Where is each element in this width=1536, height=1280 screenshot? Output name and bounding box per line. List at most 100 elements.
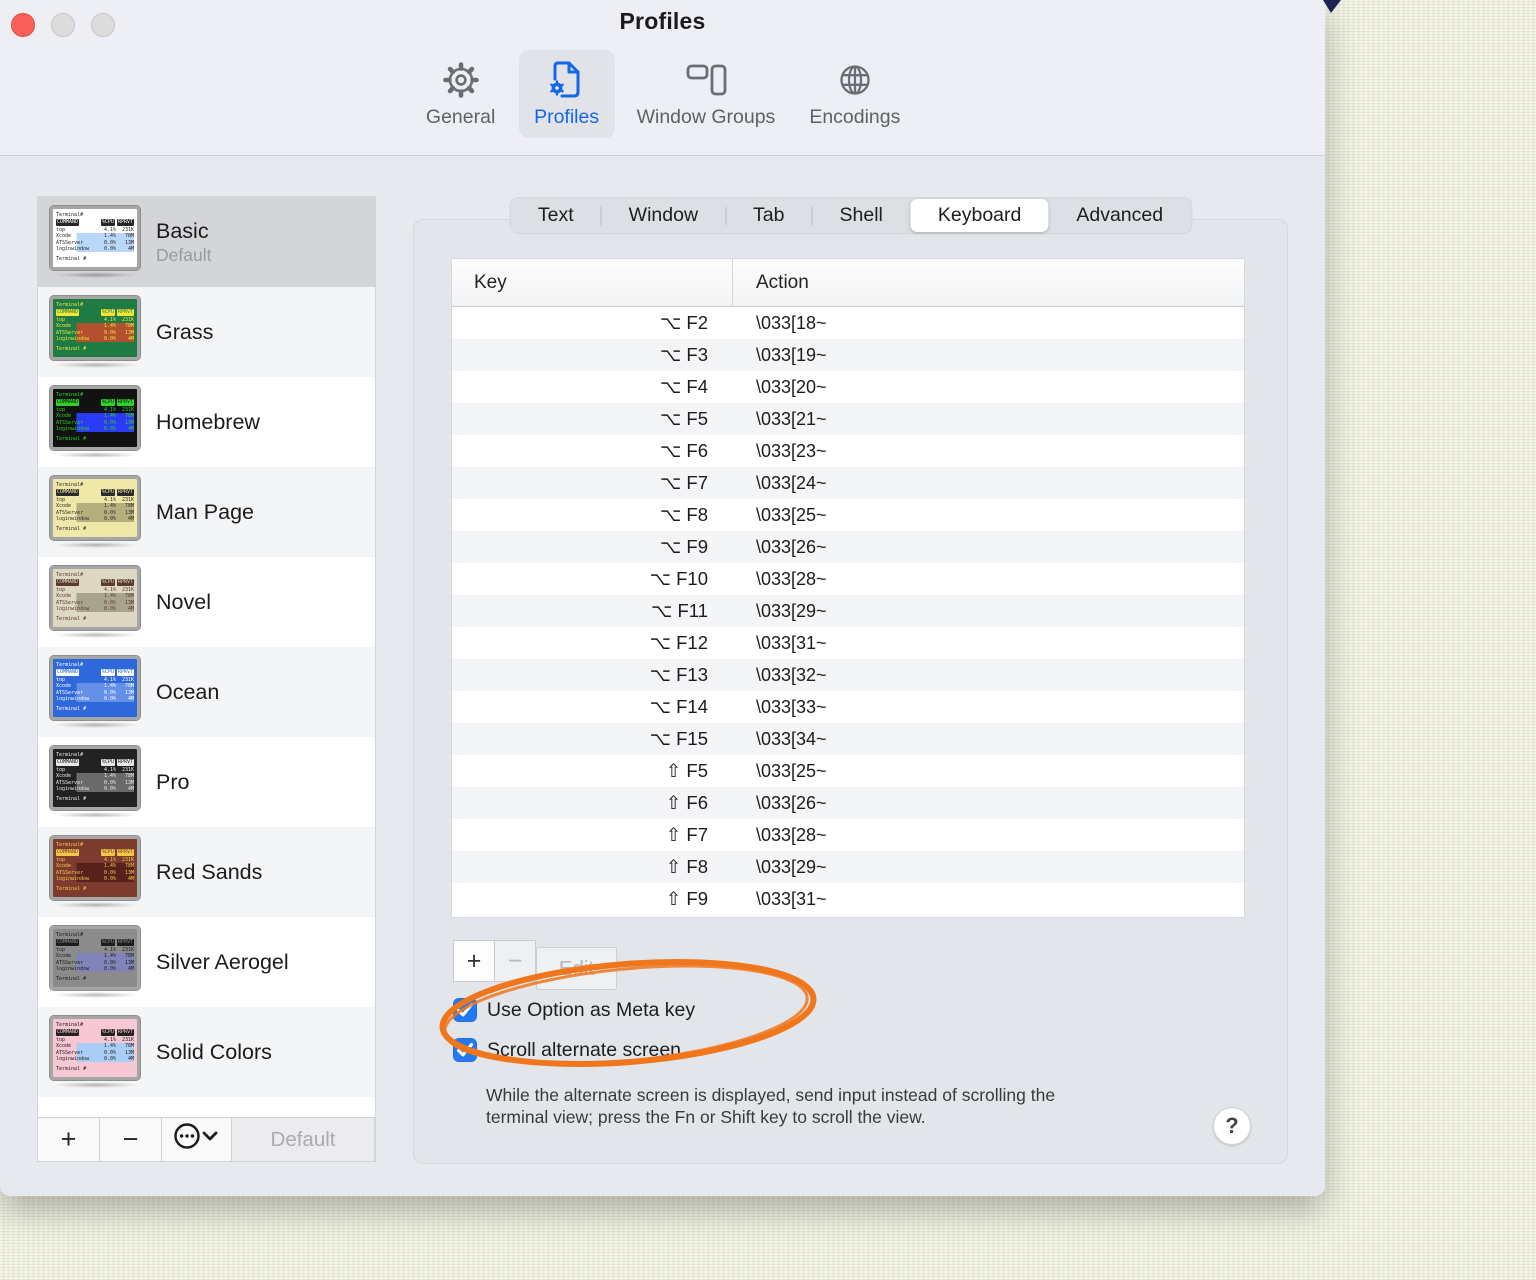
- profile-thumbnail: Terminal# COMMAND %CPU RPRVT top 4.1% 231K Xcod…: [49, 655, 142, 728]
- profile-list-item[interactable]: Terminal# COMMAND %CPU RPRVT top 4.1% 231K Xcod…: [38, 557, 375, 647]
- ellipsis-circle-chevron-icon: [173, 1122, 221, 1157]
- action-cell: \033[26~: [756, 536, 827, 557]
- profile-thumbnail: Terminal# COMMAND %CPU RPRVT top 4.1% 231K Xcod…: [49, 565, 142, 638]
- action-cell: \033[25~: [756, 504, 827, 525]
- checkbox-checked[interactable]: [453, 1038, 477, 1062]
- thumb-columns: COMMAND %CPU RPRVT: [56, 219, 134, 226]
- profile-list-item[interactable]: Terminal# COMMAND %CPU RPRVT top 4.1% 231K Xcod…: [38, 197, 375, 287]
- help-button[interactable]: ?: [1213, 1107, 1251, 1145]
- action-cell: \033[26~: [756, 792, 827, 813]
- thumb-col-cpu: %CPU: [100, 489, 115, 496]
- checkbox-label: Use Option as Meta key: [487, 998, 696, 1021]
- key-mapping-row[interactable]: ⌥ F10 \033[28~: [452, 563, 1244, 595]
- profile-list-item[interactable]: Terminal# COMMAND %CPU RPRVT top 4.1% 231K Xcod…: [38, 647, 375, 737]
- thumb-col-command: COMMAND: [56, 849, 80, 856]
- thumb-col-command: COMMAND: [56, 1029, 80, 1036]
- profile-list-item[interactable]: Terminal# COMMAND %CPU RPRVT top 4.1% 231K Xcod…: [38, 917, 375, 1007]
- profile-list-item[interactable]: Terminal# COMMAND %CPU RPRVT top 4.1% 231K Xcod…: [38, 377, 375, 467]
- key-cell: ⇧ F7: [665, 824, 708, 845]
- profile-list: Terminal# COMMAND %CPU RPRVT top 4.1% 231K Xcod…: [38, 197, 375, 1117]
- key-mapping-row[interactable]: ⌥ F15 \033[34~: [452, 723, 1244, 755]
- checkbox-row-scroll-alternate-screen: Scroll alternate screen: [453, 1038, 681, 1062]
- toolbar-item-encodings[interactable]: Encodings: [797, 50, 912, 138]
- tab-advanced[interactable]: Advanced: [1049, 199, 1190, 232]
- profiles-sidebar: Terminal# COMMAND %CPU RPRVT top 4.1% 231K Xcod…: [37, 196, 376, 1162]
- key-mapping-row[interactable]: ⇧ F9 \033[31~: [452, 883, 1244, 915]
- key-mapping-row[interactable]: ⇧ F7 \033[28~: [452, 819, 1244, 851]
- tab-window[interactable]: Window: [602, 199, 725, 232]
- terminal-thumbnail-preview: Terminal# COMMAND %CPU RPRVT top 4.1% 231K Xcod…: [49, 385, 141, 451]
- toolbar-item-general[interactable]: General: [413, 50, 509, 138]
- checkbox-checked[interactable]: [453, 998, 477, 1022]
- key-mappings-table: Key Action ⌥ F2 \033[18~ ⌥ F3 \033[19~ ⌥ F4 \…: [451, 258, 1245, 918]
- profile-tabs: Text Window Tab Shell Keyboard Advanced: [508, 197, 1193, 234]
- desktop-background: { "desktop": { "background_color": "#eff…: [0, 0, 1536, 1280]
- action-cell: \033[29~: [756, 600, 827, 621]
- thumb-col-command: COMMAND: [56, 939, 80, 946]
- remove-profile-button[interactable]: −: [100, 1118, 162, 1161]
- add-key-button[interactable]: +: [453, 940, 495, 982]
- key-cell: ⌥ F12: [649, 632, 708, 653]
- key-mapping-row[interactable]: ⌥ F4 \033[20~: [452, 371, 1244, 403]
- profile-list-item[interactable]: Terminal# COMMAND %CPU RPRVT top 4.1% 231K Xcod…: [38, 737, 375, 827]
- thumb-col-command: COMMAND: [56, 219, 80, 226]
- cursor: [1323, 0, 1341, 13]
- more-options-button[interactable]: [162, 1118, 232, 1161]
- remove-key-button[interactable]: −: [494, 940, 536, 982]
- key-mapping-row[interactable]: ⌥ F8 \033[25~: [452, 499, 1244, 531]
- thumb-columns: COMMAND %CPU RPRVT: [56, 579, 134, 586]
- key-cell: ⇧ F6: [665, 792, 708, 813]
- key-mapping-row[interactable]: ⌥ F7 \033[24~: [452, 467, 1244, 499]
- thumbnail-shadow: [54, 1082, 138, 1088]
- action-cell: \033[34~: [756, 728, 827, 749]
- tab-tab[interactable]: Tab: [726, 199, 811, 232]
- thumb-process-row: loginwindow 0.0% 4M: [56, 966, 134, 973]
- action-cell: \033[29~: [756, 856, 827, 877]
- window-title: Profiles: [619, 8, 706, 34]
- add-profile-button[interactable]: +: [38, 1118, 100, 1161]
- profile-name: Red Sands: [156, 859, 263, 884]
- thumb-prompt: Terminal #: [56, 526, 87, 533]
- key-mapping-row[interactable]: ⌥ F14 \033[33~: [452, 691, 1244, 723]
- key-mapping-row[interactable]: ⌥ F6 \033[23~: [452, 435, 1244, 467]
- profile-list-item[interactable]: Terminal# COMMAND %CPU RPRVT top 4.1% 231K Xcod…: [38, 827, 375, 917]
- action-cell: \033[28~: [756, 568, 827, 589]
- thumbnail-shadow: [54, 722, 138, 728]
- key-mapping-row[interactable]: ⌥ F11 \033[29~: [452, 595, 1244, 627]
- window-groups-icon: [683, 58, 729, 102]
- key-mapping-row[interactable]: ⇧ F5 \033[25~: [452, 755, 1244, 787]
- profile-list-item[interactable]: Terminal# COMMAND %CPU RPRVT top 4.1% 231K Xcod…: [38, 467, 375, 557]
- tab-text[interactable]: Text: [511, 199, 601, 232]
- thumb-col-cpu: %CPU: [100, 669, 115, 676]
- key-mapping-row[interactable]: ⌥ F2 \033[18~: [452, 307, 1244, 339]
- key-mapping-row[interactable]: ⌥ F12 \033[31~: [452, 627, 1244, 659]
- edit-key-button[interactable]: Edit: [536, 947, 617, 990]
- key-cell: ⌥ F11: [651, 600, 708, 621]
- toolbar-item-window-groups[interactable]: Window Groups: [625, 50, 788, 138]
- profile-thumbnail: Terminal# COMMAND %CPU RPRVT top 4.1% 231K Xcod…: [49, 385, 142, 458]
- profile-list-item[interactable]: Terminal# COMMAND %CPU RPRVT top 4.1% 231K Xcod…: [38, 1007, 375, 1097]
- thumb-columns: COMMAND %CPU RPRVT: [56, 489, 134, 496]
- key-mapping-row[interactable]: ⌥ F9 \033[26~: [452, 531, 1244, 563]
- profile-list-item[interactable]: Terminal# COMMAND %CPU RPRVT top 4.1% 231K Xcod…: [38, 287, 375, 377]
- key-mapping-row[interactable]: ⌥ F5 \033[21~: [452, 403, 1244, 435]
- column-header-key[interactable]: Key: [452, 259, 733, 306]
- default-profile-button[interactable]: Default: [232, 1118, 375, 1161]
- thumb-process-row: loginwindow 0.0% 4M: [56, 606, 134, 613]
- tab-keyboard[interactable]: Keyboard: [910, 199, 1049, 232]
- column-header-action[interactable]: Action: [733, 272, 809, 294]
- thumbnail-shadow: [54, 452, 138, 458]
- toolbar-item-profiles[interactable]: Profiles: [518, 50, 615, 138]
- thumb-col-rprvt: RPRVT: [116, 939, 134, 946]
- thumb-process-row: loginwindow 0.0% 4M: [56, 696, 134, 703]
- key-mapping-row[interactable]: ⇧ F8 \033[29~: [452, 851, 1244, 883]
- key-mapping-row[interactable]: ⇧ F6 \033[26~: [452, 787, 1244, 819]
- terminal-thumbnail-preview: Terminal# COMMAND %CPU RPRVT top 4.1% 231K Xcod…: [49, 655, 141, 721]
- thumb-columns: COMMAND %CPU RPRVT: [56, 759, 134, 766]
- key-mapping-row[interactable]: ⌥ F13 \033[32~: [452, 659, 1244, 691]
- key-cell: ⌥ F2: [659, 312, 708, 333]
- tab-shell[interactable]: Shell: [812, 199, 909, 232]
- profile-name-block: Homebrew: [156, 409, 260, 436]
- thumb-col-command: COMMAND: [56, 669, 80, 676]
- key-mapping-row[interactable]: ⌥ F3 \033[19~: [452, 339, 1244, 371]
